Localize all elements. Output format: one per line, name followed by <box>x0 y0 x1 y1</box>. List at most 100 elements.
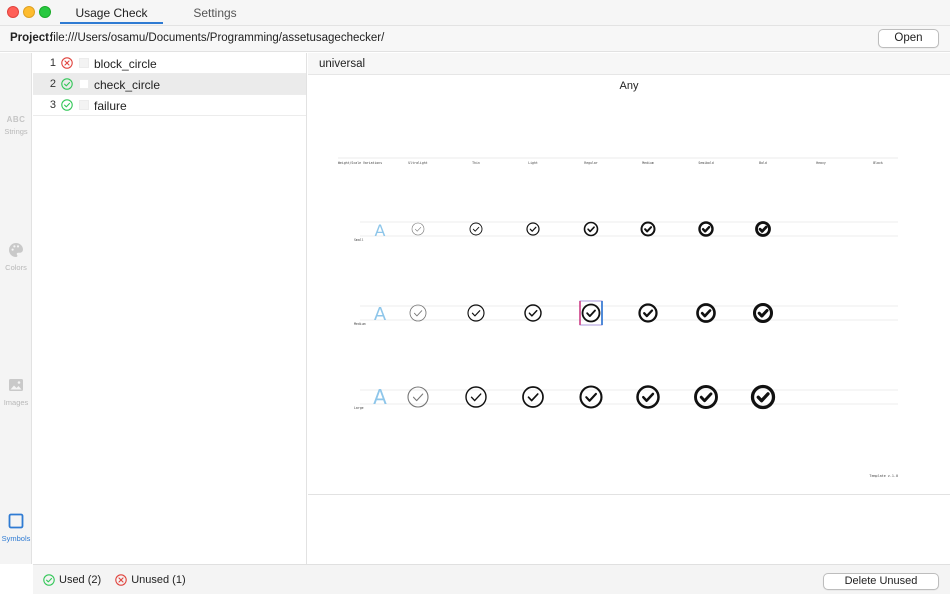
header-label: Weight/Scale Variations <box>338 161 382 165</box>
title-bar: Usage Check Settings <box>0 0 950 26</box>
weight-label: Medium <box>642 161 654 165</box>
palette-icon <box>9 243 23 257</box>
weight-label: Bold <box>759 161 767 165</box>
symbol-checkmark <box>642 392 655 402</box>
rail-label-images: Images <box>3 398 29 407</box>
minimize-window-button[interactable] <box>23 6 35 18</box>
symbol-square-icon <box>8 513 24 529</box>
rail-item-strings[interactable]: ABC Strings <box>0 110 32 136</box>
used-check-circle-icon <box>61 78 73 90</box>
symbol-checkmark <box>756 392 770 403</box>
symbol-circle <box>638 303 658 323</box>
symbol-checkmark <box>757 308 769 318</box>
weight-label: Ultralight <box>408 161 427 165</box>
row-index: 3 <box>49 99 56 111</box>
close-window-button[interactable] <box>7 6 19 18</box>
symbol-checkmark <box>699 392 713 403</box>
asset-thumbnail <box>79 79 89 89</box>
symbol-checkmark <box>700 309 712 318</box>
reference-glyph: A <box>373 385 387 409</box>
symbol-checkmark <box>644 226 653 233</box>
rail-item-colors[interactable]: Colors <box>0 242 32 272</box>
weight-label: Black <box>873 161 883 165</box>
weight-label: Semibold <box>698 161 713 165</box>
reference-glyph: A <box>374 304 387 325</box>
scale-label: Medium <box>354 322 366 326</box>
asset-name: failure <box>94 99 127 113</box>
row-index: 1 <box>49 57 56 69</box>
asset-name: check_circle <box>94 78 161 92</box>
list-item[interactable]: 2 check_circle <box>33 74 306 95</box>
symbol-checkmark <box>527 393 539 402</box>
selection-margin-right <box>601 301 603 325</box>
symbol-circle <box>524 304 542 322</box>
asset-thumbnail <box>79 58 89 68</box>
category-rail: ABC Strings Colors Images Symbols <box>0 53 32 564</box>
symbol-checkmark <box>470 393 482 402</box>
symbol-checkmark <box>415 227 422 232</box>
used-check-circle-icon <box>43 574 55 586</box>
rail-item-images[interactable]: Images <box>0 377 32 407</box>
symbol-checkmark <box>585 392 598 402</box>
image-icon <box>9 379 23 391</box>
symbol-checkmark <box>413 310 423 317</box>
symbol-circle <box>579 385 603 409</box>
symbol-checkmark <box>587 226 595 233</box>
symbol-circle <box>409 304 427 322</box>
selection-margin-left <box>579 301 581 325</box>
list-item[interactable]: 1 block_circle <box>33 53 306 74</box>
symbol-circle <box>411 222 425 236</box>
tab-settings[interactable]: Settings <box>170 0 260 26</box>
template-version: Template v.1.0 <box>869 474 898 478</box>
asset-thumbnail <box>79 100 89 110</box>
rail-label-symbols: Symbols <box>1 534 31 543</box>
symbol-circle <box>467 304 485 322</box>
symbol-checkmark <box>586 309 596 317</box>
symbol-checkmark <box>643 309 654 318</box>
detail-title: universal <box>319 58 366 70</box>
status-bar: Used (2) Unused (1) Delete Unused <box>33 564 950 594</box>
symbol-checkmark <box>472 226 480 232</box>
symbol-circle <box>583 221 599 237</box>
scale-label: Small <box>354 238 364 242</box>
unused-x-circle-icon <box>61 57 73 69</box>
symbol-checkmark <box>412 393 424 402</box>
row-index: 2 <box>49 78 56 90</box>
weight-label: Heavy <box>816 161 826 165</box>
symbol-template-grid: Weight/Scale Variations Ultralight Thin Lig… <box>338 157 898 478</box>
weight-label: Thin <box>472 161 480 165</box>
project-path: file:///Users/osamu/Documents/Programmin… <box>50 32 385 44</box>
used-check-circle-icon <box>61 99 73 111</box>
detail-header: universal <box>308 53 950 75</box>
symbol-checkmark <box>528 309 538 317</box>
weight-label: Light <box>528 161 538 165</box>
symbol-circle <box>581 303 601 323</box>
zoom-window-button[interactable] <box>39 6 51 18</box>
unused-x-circle-icon <box>115 574 127 586</box>
delete-unused-button[interactable]: Delete Unused <box>823 573 939 590</box>
used-count: Used (2) <box>59 574 102 586</box>
open-button[interactable]: Open <box>878 29 939 48</box>
symbol-circle <box>526 222 540 236</box>
weight-label: Regular <box>584 161 598 165</box>
detail-lower-area <box>308 496 950 564</box>
list-item[interactable]: 3 failure <box>33 95 306 116</box>
symbol-circle <box>469 222 483 236</box>
symbol-circle <box>694 385 718 409</box>
symbol-circle <box>636 385 660 409</box>
reference-glyph: A <box>375 221 386 240</box>
unused-count: Unused (1) <box>131 574 186 586</box>
symbol-checkmark <box>758 225 768 233</box>
project-bar: Project: file:///Users/osamu/Documents/P… <box>0 26 950 52</box>
symbol-preview: Any Weight/Scale Variations Ultralight Thi… <box>308 75 950 495</box>
scale-label: Large <box>354 406 364 410</box>
asset-name: block_circle <box>94 57 157 71</box>
tab-usage-check[interactable]: Usage Check <box>60 0 163 26</box>
abc-icon: ABC <box>6 115 26 124</box>
project-label: Project: <box>10 32 53 44</box>
rail-item-symbols[interactable]: Symbols <box>0 513 32 543</box>
rail-label-colors: Colors <box>5 263 27 272</box>
rail-label-strings: Strings <box>4 127 28 136</box>
symbol-checkmark <box>701 225 711 233</box>
asset-list: 1 block_circle 2 check_circle 3 failure <box>33 53 307 564</box>
